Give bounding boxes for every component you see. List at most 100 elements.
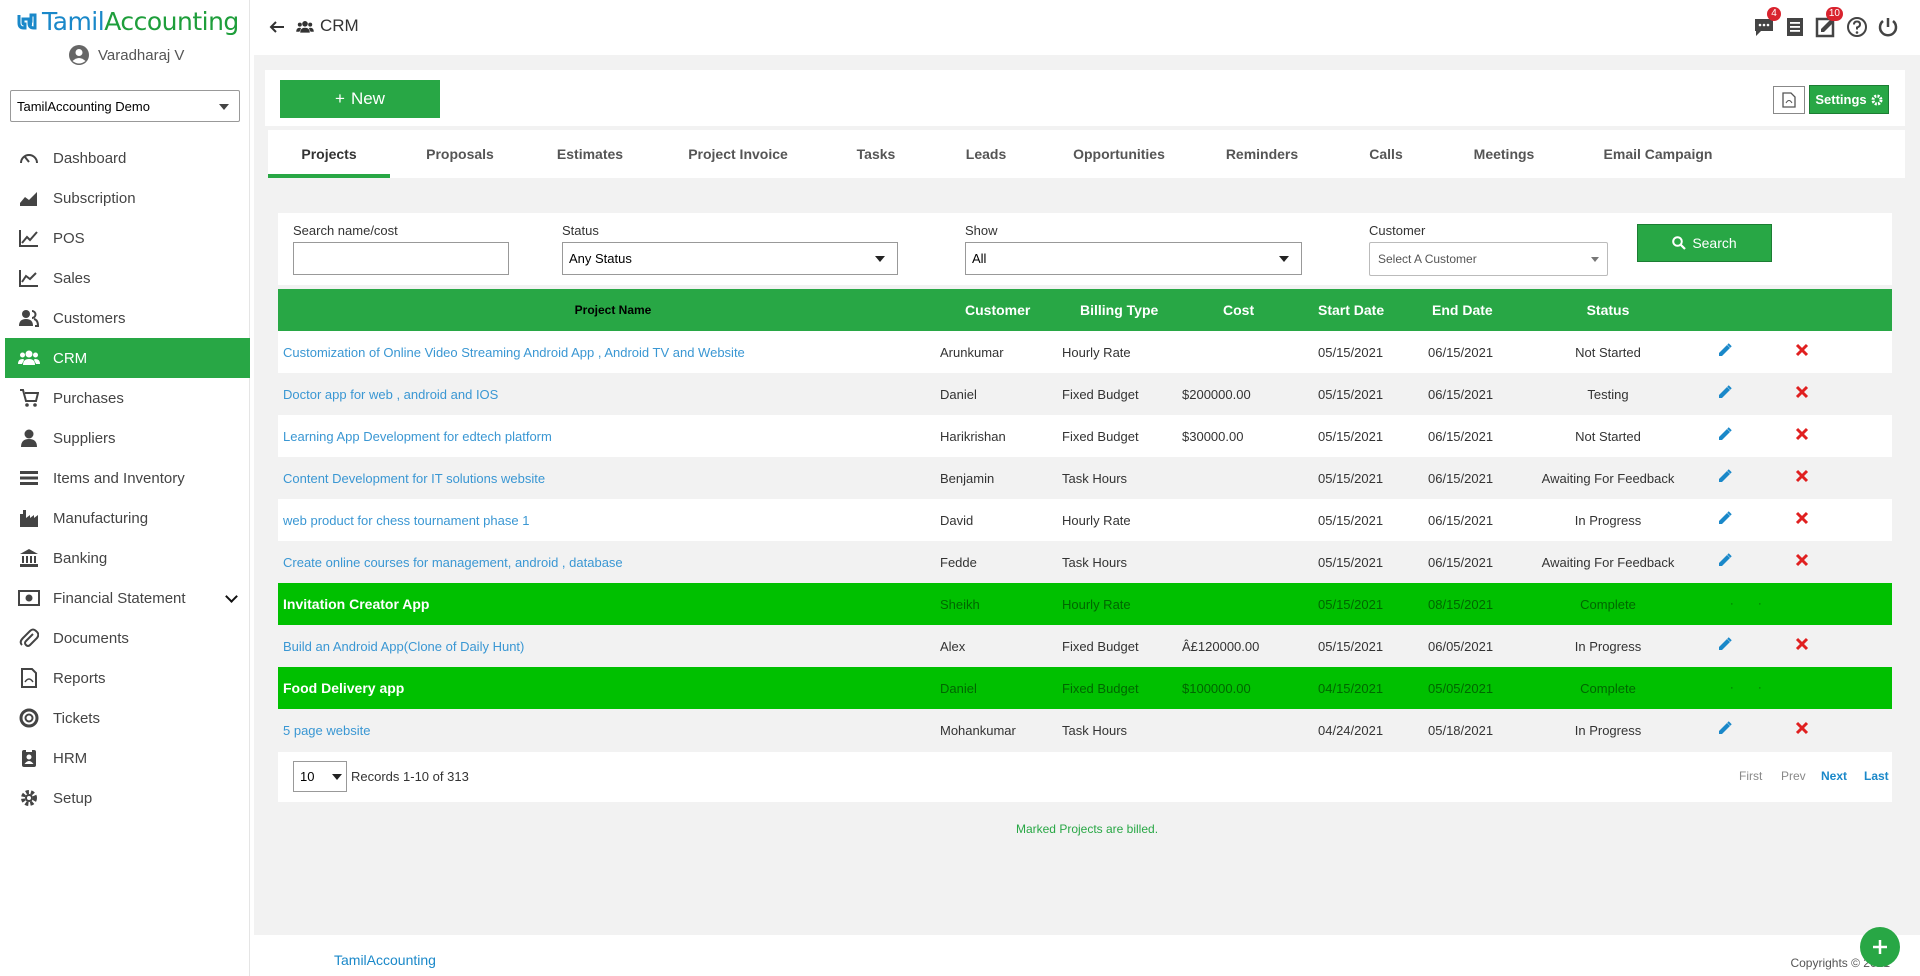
notes-icon: [1787, 18, 1803, 36]
company-select-value: TamilAccounting Demo: [17, 98, 150, 114]
sidebar-item-dashboard[interactable]: Dashboard: [5, 138, 250, 178]
project-name-link[interactable]: Doctor app for web , android and IOS: [283, 387, 498, 402]
sidebar-item-label: Purchases: [53, 389, 124, 407]
sidebar-item-pos[interactable]: POS: [5, 218, 250, 258]
col-status[interactable]: Status: [1508, 302, 1708, 318]
add-fab-button[interactable]: [1860, 927, 1900, 967]
start-date-cell: 05/15/2021: [1318, 554, 1384, 570]
sidebar-item-manufacturing[interactable]: Manufacturing: [5, 498, 250, 538]
chevron-down-icon[interactable]: [225, 590, 238, 603]
edit-pencil-icon[interactable]: [1718, 637, 1736, 655]
edit-pencil-icon[interactable]: [1718, 427, 1736, 445]
col-project-name[interactable]: Project Name: [278, 303, 948, 317]
col-billing-type[interactable]: Billing Type: [1080, 302, 1158, 318]
edit-pencil-icon[interactable]: [1718, 469, 1736, 487]
logout-button[interactable]: [1876, 15, 1900, 39]
edit-pencil-icon[interactable]: [1718, 343, 1736, 361]
user-profile[interactable]: Varadharaj V: [68, 44, 184, 66]
back-arrow-icon[interactable]: [268, 18, 286, 36]
search-input[interactable]: [293, 242, 509, 275]
sidebar-item-reports[interactable]: Reports: [5, 658, 250, 698]
tab-project-invoice[interactable]: Project Invoice: [650, 130, 826, 178]
pager-next[interactable]: Next: [1821, 769, 1847, 783]
tab-reminders[interactable]: Reminders: [1192, 130, 1332, 178]
project-name-link[interactable]: Build an Android App(Clone of Daily Hunt…: [283, 639, 524, 654]
delete-x-icon[interactable]: [1795, 343, 1813, 361]
sidebar-item-documents[interactable]: Documents: [5, 618, 250, 658]
tab-proposals[interactable]: Proposals: [390, 130, 530, 178]
sidebar-item-hrm[interactable]: HRM: [5, 738, 250, 778]
project-name-link[interactable]: Create online courses for management, an…: [283, 555, 623, 570]
tasks-button[interactable]: 10: [1814, 7, 1843, 39]
company-select[interactable]: TamilAccounting Demo: [10, 90, 240, 122]
sidebar-item-purchases[interactable]: Purchases: [5, 378, 250, 418]
cost-cell: Â£120000.00: [1182, 638, 1260, 654]
pager-prev[interactable]: Prev: [1781, 769, 1806, 783]
project-name-link[interactable]: Learning App Development for edtech plat…: [283, 429, 552, 444]
project-name-link[interactable]: 5 page website: [283, 723, 370, 738]
pdf-export-button[interactable]: [1773, 86, 1805, 114]
sidebar-item-banking[interactable]: Banking: [5, 538, 250, 578]
status-cell: Testing: [1587, 386, 1629, 402]
col-end-date[interactable]: End Date: [1432, 302, 1493, 318]
new-button[interactable]: + New: [280, 80, 440, 118]
footer-brand-link[interactable]: TamilAccounting: [334, 952, 436, 968]
customer-cell: Benjamin: [940, 470, 995, 486]
delete-x-icon[interactable]: [1795, 721, 1813, 739]
tab-tasks[interactable]: Tasks: [826, 130, 926, 178]
tab-email-campaign[interactable]: Email Campaign: [1568, 130, 1748, 178]
sidebar-item-setup[interactable]: Setup: [5, 778, 250, 818]
pager-last[interactable]: Last: [1864, 769, 1889, 783]
sidebar-item-items-and-inventory[interactable]: Items and Inventory: [5, 458, 250, 498]
gear-icon: [1871, 94, 1883, 105]
new-button-label: New: [350, 89, 385, 108]
col-customer[interactable]: Customer: [965, 302, 1030, 318]
end-date-cell: 05/05/2021: [1428, 680, 1494, 696]
project-name-link[interactable]: Content Development for IT solutions web…: [283, 471, 545, 486]
customer-select-placeholder: Select A Customer: [1378, 252, 1477, 266]
edit-pencil-icon[interactable]: [1718, 511, 1736, 529]
status-select[interactable]: Any Status: [562, 242, 898, 275]
col-cost[interactable]: Cost: [1223, 302, 1254, 318]
tab-projects[interactable]: Projects: [268, 130, 390, 178]
customer-select[interactable]: Select A Customer: [1369, 242, 1608, 276]
chat-button[interactable]: 4: [1752, 7, 1781, 39]
sidebar-item-crm[interactable]: CRM: [5, 338, 250, 378]
help-button[interactable]: [1845, 15, 1869, 39]
edit-pencil-icon[interactable]: [1718, 385, 1736, 403]
sidebar-item-subscription[interactable]: Subscription: [5, 178, 250, 218]
tab-estimates[interactable]: Estimates: [530, 130, 650, 178]
delete-x-icon[interactable]: [1795, 553, 1813, 571]
delete-x-icon[interactable]: [1795, 511, 1813, 529]
show-select[interactable]: All: [965, 242, 1302, 275]
search-button[interactable]: Search: [1637, 224, 1772, 262]
delete-x-icon[interactable]: [1795, 469, 1813, 487]
tab-calls[interactable]: Calls: [1332, 130, 1440, 178]
status-label: Status: [562, 223, 599, 238]
pager-first[interactable]: First: [1739, 769, 1762, 783]
sidebar-item-sales[interactable]: Sales: [5, 258, 250, 298]
customer-cell: Alex: [940, 638, 966, 654]
sidebar-item-financial-statement[interactable]: Financial Statement: [5, 578, 250, 618]
page-size-select[interactable]: 10: [293, 761, 347, 792]
logo[interactable]: TamilAccounting: [16, 7, 239, 36]
sidebar-item-customers[interactable]: Customers: [5, 298, 250, 338]
sidebar-item-suppliers[interactable]: Suppliers: [5, 418, 250, 458]
settings-button[interactable]: Settings: [1809, 85, 1889, 114]
col-start-date[interactable]: Start Date: [1318, 302, 1384, 318]
delete-x-icon[interactable]: [1795, 427, 1813, 445]
edit-pencil-icon[interactable]: [1718, 721, 1736, 739]
notes-button[interactable]: [1783, 15, 1807, 39]
end-date-cell: 06/15/2021: [1428, 470, 1494, 486]
crm-tabs: Projects Proposals Estimates Project Inv…: [268, 130, 1905, 178]
tab-leads[interactable]: Leads: [926, 130, 1046, 178]
project-name-link[interactable]: Customization of Online Video Streaming …: [283, 345, 745, 360]
delete-x-icon[interactable]: [1795, 385, 1813, 403]
delete-x-icon[interactable]: [1795, 637, 1813, 655]
tab-opportunities[interactable]: Opportunities: [1046, 130, 1192, 178]
sidebar-item-tickets[interactable]: Tickets: [5, 698, 250, 738]
tab-meetings[interactable]: Meetings: [1440, 130, 1568, 178]
billing-type-cell: Fixed Budget: [1062, 680, 1139, 696]
edit-pencil-icon[interactable]: [1718, 553, 1736, 571]
project-name-link[interactable]: web product for chess tournament phase 1: [283, 513, 529, 528]
